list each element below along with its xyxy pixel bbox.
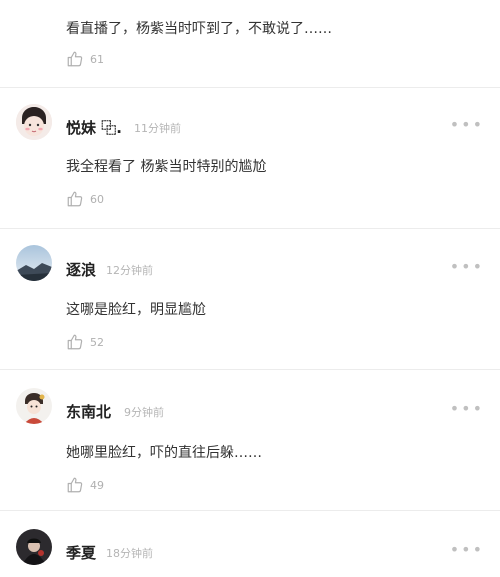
comment-text: 她哪里脸红，吓的直往后躲……: [66, 445, 262, 461]
comment-text: 这哪是脸红，明显尴尬: [66, 302, 206, 318]
like-button[interactable]: 52: [66, 333, 104, 351]
thumbs-up-icon: [66, 333, 84, 351]
more-dots-icon[interactable]: •••: [450, 115, 484, 134]
avatar[interactable]: [16, 388, 52, 424]
like-button[interactable]: 49: [66, 476, 104, 494]
user-name[interactable]: 季夏: [66, 542, 96, 563]
like-button[interactable]: 61: [66, 50, 104, 68]
comment-time: 12分钟前: [106, 264, 153, 277]
more-dots-icon[interactable]: •••: [450, 399, 484, 418]
user-name[interactable]: 东南北: [66, 401, 111, 422]
thumbs-up-icon: [66, 50, 84, 68]
like-count: 49: [90, 478, 104, 492]
thumbs-up-icon: [66, 476, 84, 494]
comment-item: 季夏 18分钟前 •••: [0, 511, 500, 577]
avatar[interactable]: [16, 245, 52, 281]
avatar[interactable]: [16, 104, 52, 140]
comment-item: 逐浪 12分钟前 ••• 这哪是脸红，明显尴尬 52: [0, 229, 500, 369]
like-count: 60: [90, 192, 104, 206]
more-dots-icon[interactable]: •••: [450, 257, 484, 276]
like-count: 52: [90, 335, 104, 349]
comment-text: 看直播了，杨紫当时吓到了，不敢说了……: [66, 21, 332, 37]
more-dots-icon[interactable]: •••: [450, 540, 484, 559]
comment-item: 悦妹 ⿻. 11分钟前 ••• 我全程看了 杨紫当时特别的尴尬 60: [0, 88, 500, 228]
avatar[interactable]: [16, 529, 52, 565]
like-count: 61: [90, 52, 104, 66]
comment-item: 看直播了，杨紫当时吓到了，不敢说了…… 61: [0, 0, 500, 87]
comment-text: 我全程看了 杨紫当时特别的尴尬: [66, 159, 267, 175]
comment-item: 东南北 9分钟前 ••• 她哪里脸红，吓的直往后躲…… 49: [0, 370, 500, 510]
comment-time: 18分钟前: [106, 547, 153, 560]
thumbs-up-icon: [66, 190, 84, 208]
user-name[interactable]: 逐浪: [66, 259, 96, 280]
user-name[interactable]: 悦妹 ⿻.: [66, 117, 122, 138]
comment-time: 9分钟前: [124, 406, 164, 419]
comment-time: 11分钟前: [134, 122, 181, 135]
like-button[interactable]: 60: [66, 190, 104, 208]
